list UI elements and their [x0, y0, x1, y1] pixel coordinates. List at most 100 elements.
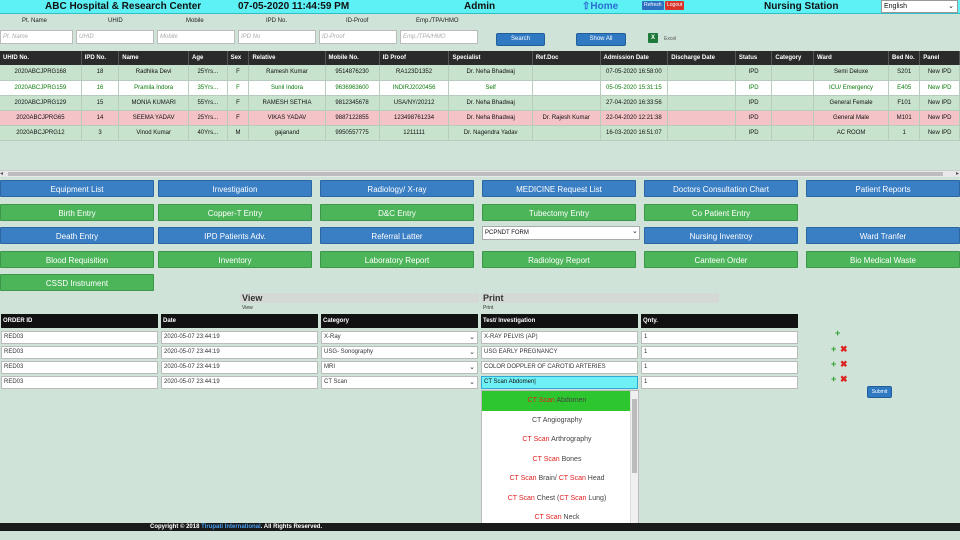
remove-row-icon[interactable]: ✖ [840, 360, 848, 369]
add-row-icon[interactable]: + [831, 345, 836, 354]
excel-icon[interactable]: X [648, 33, 658, 43]
id-proof-input[interactable]: ID-Proof [319, 30, 397, 44]
equipment-list-button[interactable]: Equipment List [0, 180, 154, 197]
order-qnty-field[interactable]: 1 [641, 376, 798, 389]
referral-latter-button[interactable]: Referral Latter [320, 227, 474, 244]
scroll-left-icon[interactable]: ◂ [0, 170, 3, 177]
medicine-request-list-button[interactable]: MEDICINE Request List [482, 180, 636, 197]
order-test-input[interactable]: COLOR DOPPLER OF CAROTID ARTERIES [481, 361, 638, 374]
order-category-select[interactable]: CT Scan ⌄ [321, 376, 478, 389]
test-autocomplete-dropdown[interactable]: CT Scan Abdomen CT Angiography CT Scan Art… [481, 390, 639, 524]
patient-cell: 14 [81, 110, 120, 126]
footer: Copyright © 2018 Tirupati International.… [0, 523, 960, 531]
laboratory-report-button[interactable]: Laboratory Report [320, 251, 474, 268]
search-button[interactable]: Search [496, 33, 545, 46]
order-category-select[interactable]: USG- Sonography ⌄ [321, 346, 478, 359]
text-cursor: | [534, 379, 536, 385]
home-link[interactable]: ⇧Home [582, 1, 618, 12]
investigation-button[interactable]: Investigation [158, 180, 312, 197]
dropdown-option[interactable]: CT Scan Bones [482, 450, 632, 470]
patients-col-header: Age [188, 51, 228, 65]
patient-cell: 9636963600 [325, 80, 380, 96]
order-qnty-field[interactable]: 1 [641, 346, 798, 359]
patient-reports-button[interactable]: Patient Reports [806, 180, 960, 197]
mobile-input[interactable]: Mobile [157, 30, 235, 44]
option-text: Head [585, 475, 605, 482]
ward-tranfer-button[interactable]: Ward Tranfer [806, 227, 960, 244]
option-match-text: CT Scan [534, 514, 562, 521]
radiology-report-button[interactable]: Radiology Report [482, 251, 636, 268]
logout-button[interactable]: Logout [665, 1, 685, 10]
emp-tpa-hmo-input[interactable]: Emp./TPA/HMO [400, 30, 478, 44]
nursing-inventroy-button[interactable]: Nursing Inventroy [644, 227, 798, 244]
order-date-field[interactable]: 2020-05-07 23:44:19 [161, 361, 318, 374]
submit-button[interactable]: Submit [867, 386, 892, 398]
show-all-button[interactable]: Show All [576, 33, 626, 46]
patient-row[interactable]: 2020ABCJPRG159 16 Pramila Indora 35Yrs... F S… [0, 80, 960, 96]
order-test-input[interactable]: CT Scan Abdomen| [481, 376, 638, 389]
order-id-field[interactable]: RED03 [1, 346, 158, 359]
dropdown-scrollbar[interactable] [630, 391, 638, 523]
order-qnty-field[interactable]: 1 [641, 361, 798, 374]
patient-cell: USA/NY/20212 [379, 95, 450, 111]
dropdown-option[interactable]: CT Scan Brain/ CT Scan Head [482, 469, 632, 489]
birth-entry-button[interactable]: Birth Entry [0, 204, 154, 221]
canteen-order-button[interactable]: Canteen Order [644, 251, 798, 268]
death-entry-button[interactable]: Death Entry [0, 227, 154, 244]
patient-row[interactable]: 2020ABCJPRG65 14 SEEMA YADAV 25Yrs... F VIKAS… [0, 110, 960, 126]
cssd-instrument-button[interactable]: CSSD Instrument [0, 274, 154, 291]
dropdown-option[interactable]: CT Scan Abdomen [482, 391, 632, 411]
dropdown-scroll-thumb[interactable] [632, 399, 637, 473]
order-id-field[interactable]: RED03 [1, 331, 158, 344]
inventory-button[interactable]: Inventory [158, 251, 312, 268]
dropdown-option[interactable]: CT Angiography [482, 411, 632, 431]
patient-cell [532, 80, 601, 96]
tubectomy-entry-button[interactable]: Tubectomy Entry [482, 204, 636, 221]
order-qnty-field[interactable]: 1 [641, 331, 798, 344]
footer-company-link[interactable]: Tirupati International [201, 524, 261, 530]
order-date-field[interactable]: 2020-05-07 23:44:19 [161, 331, 318, 344]
add-row-icon[interactable]: + [831, 375, 836, 384]
order-date-field[interactable]: 2020-05-07 23:44:19 [161, 346, 318, 359]
patient-cell: Radhika Devi [118, 65, 190, 81]
uhid-input[interactable]: UHID [76, 30, 154, 44]
blood-requisition-button[interactable]: Blood Requisition [0, 251, 154, 268]
order-category-select[interactable]: X-Ray ⌄ [321, 331, 478, 344]
order-test-input[interactable]: USG EARLY PREGNANCY [481, 346, 638, 359]
chevron-down-icon: ⌄ [469, 349, 475, 356]
scroll-thumb[interactable] [8, 172, 943, 176]
option-text: Abdomen [554, 397, 587, 404]
ipd-no-input[interactable]: IPD No [238, 30, 316, 44]
add-row-icon[interactable]: + [831, 360, 836, 369]
add-row-icon[interactable]: + [835, 329, 840, 338]
refresh-button[interactable]: Refresh [642, 1, 664, 10]
remove-row-icon[interactable]: ✖ [840, 345, 848, 354]
bio-medical-waste-button[interactable]: Bio Medical Waste [806, 251, 960, 268]
language-select[interactable]: English ⌄ [881, 0, 958, 13]
option-text: Chest ( [534, 494, 560, 502]
dropdown-option[interactable]: CT Scan Neck [482, 508, 632, 523]
dropdown-option[interactable]: CT Scan Chest (CT Scan Lung) [482, 489, 632, 509]
pcpndt-form-select[interactable]: PCPNDT FORM [482, 226, 640, 240]
d-c-entry-button[interactable]: D&C Entry [320, 204, 474, 221]
order-category-select[interactable]: MRI ⌄ [321, 361, 478, 374]
order-date-field[interactable]: 2020-05-07 23:44:19 [161, 376, 318, 389]
patient-cell [771, 80, 815, 96]
order-id-field[interactable]: RED03 [1, 361, 158, 374]
horizontal-scrollbar[interactable]: ◂ ▸ [0, 170, 960, 177]
copper-t-entry-button[interactable]: Copper-T Entry [158, 204, 312, 221]
order-test-input[interactable]: X-RAY PELVIS (AP) [481, 331, 638, 344]
doctors-consultation-chart-button[interactable]: Doctors Consultation Chart [644, 180, 798, 197]
pt-name-input[interactable]: Pt. Name [0, 30, 73, 44]
ipd-patients-adv-button[interactable]: IPD Patients Adv. [158, 227, 312, 244]
co-patient-entry-button[interactable]: Co Patient Entry [644, 204, 798, 221]
radiology-x-ray-button[interactable]: Radiology/ X-ray [320, 180, 474, 197]
order-id-field[interactable]: RED03 [1, 376, 158, 389]
patient-row[interactable]: 2020ABCJPRG168 18 Radhika Devi 25Yrs... F Ram… [0, 65, 960, 81]
scroll-right-icon[interactable]: ▸ [956, 170, 959, 177]
remove-row-icon[interactable]: ✖ [840, 375, 848, 384]
patient-row[interactable]: 2020ABCJPRG12 3 Vinod Kumar 40Yrs... Mgajana… [0, 125, 960, 141]
patient-row[interactable]: 2020ABCJPRG129 15 MONIA KUMARI 55Yrs... F RAM… [0, 95, 960, 111]
dropdown-option[interactable]: CT Scan Arthrography [482, 430, 632, 450]
patient-cell: F101 [888, 95, 921, 111]
